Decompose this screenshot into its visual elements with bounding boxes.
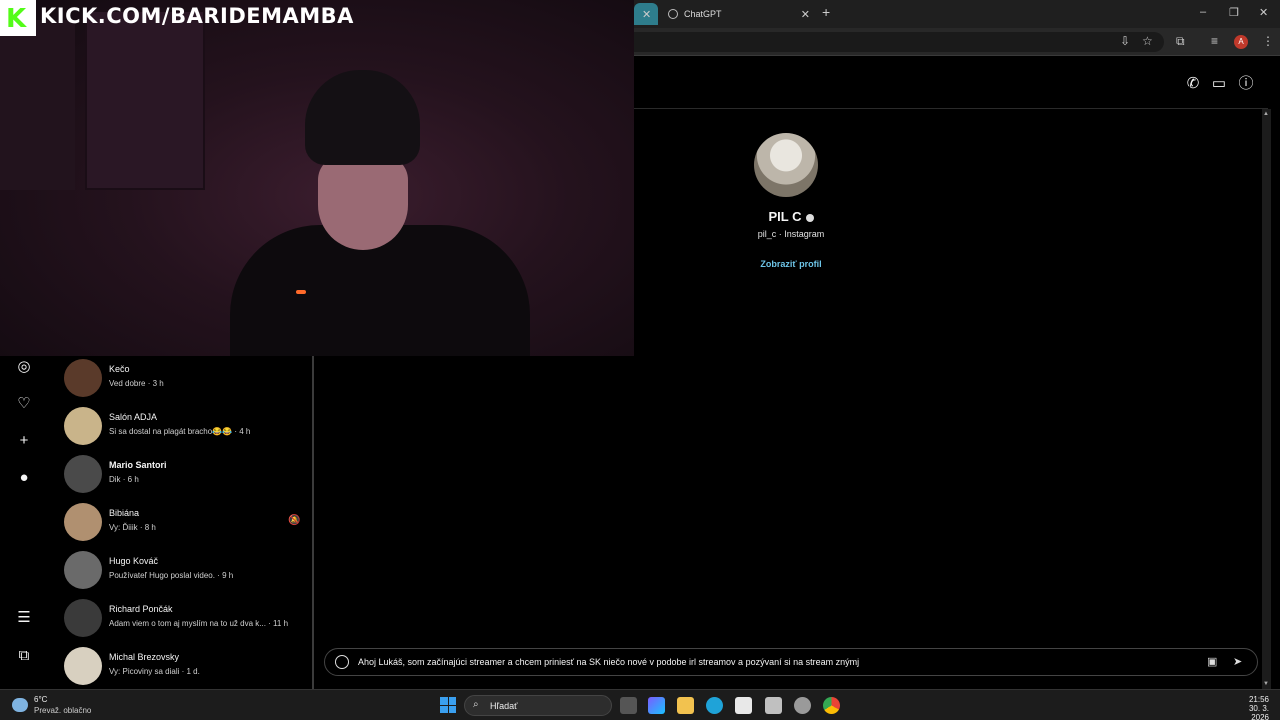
new-tab-button[interactable]: + xyxy=(822,4,830,20)
scroll-up-icon[interactable]: ▲ xyxy=(1263,111,1269,117)
search-icon: ⌕ xyxy=(473,699,479,710)
chrome-icon[interactable] xyxy=(823,697,840,714)
extensions-icon[interactable]: ⧉ xyxy=(1176,34,1185,49)
menu-icon[interactable]: ⋮ xyxy=(1262,34,1274,48)
message-composer[interactable]: Ahoj Lukáš, som začínajúci streamer a ch… xyxy=(324,648,1258,676)
weather-condition[interactable]: Prevaž. oblačno xyxy=(34,706,91,715)
phone-icon[interactable]: ✆ xyxy=(1184,75,1202,93)
instagram-sidebar: ◎ ♡ + ● ☰ ⧉ xyxy=(0,355,50,689)
scroll-down-icon[interactable]: ▼ xyxy=(1263,681,1269,687)
taskbar-search[interactable]: ⌕ Hľadať xyxy=(464,695,612,716)
profile-picture[interactable] xyxy=(754,133,818,197)
profile-avatar[interactable]: A xyxy=(1234,35,1248,49)
conversation-name: Salón ADJA xyxy=(109,412,158,422)
conversation-name: Michal Brezovsky xyxy=(109,652,180,662)
conversation-item[interactable]: Richard Pončák Adam viem o tom aj myslím … xyxy=(64,595,304,641)
profile-name: PIL C xyxy=(768,209,802,224)
dm-header: ✆ ▭ ⓘ xyxy=(634,57,1268,109)
settings-gear-icon[interactable] xyxy=(794,697,811,714)
avatar xyxy=(64,599,102,637)
start-button[interactable] xyxy=(440,697,456,713)
info-icon[interactable]: ⓘ xyxy=(1237,75,1255,93)
indicator-light xyxy=(296,290,306,294)
conversation-item[interactable]: Hugo Kováč Používateľ Hugo poslal video. … xyxy=(64,547,304,593)
clock[interactable]: 21:56 30. 3. 2026 xyxy=(1229,695,1269,720)
conversation-name: Bibiána xyxy=(109,508,140,518)
close-tab-icon[interactable]: ✕ xyxy=(642,8,651,21)
task-view-icon[interactable] xyxy=(620,697,637,714)
reading-list-icon[interactable]: ≡ xyxy=(1211,34,1218,48)
conversation-item[interactable]: Kečo Ved dobre · 3 h xyxy=(64,355,304,401)
weather-cloud-icon[interactable] xyxy=(12,698,28,712)
webcam-overlay: K KICK.COM/BARIDEMAMBA xyxy=(0,0,634,356)
conversation-item[interactable]: Bibiána Vy: Ďiiik · 8 h 🔕 xyxy=(64,499,304,545)
panel-divider xyxy=(312,355,314,689)
chatgpt-icon xyxy=(668,9,678,19)
kick-logo: K xyxy=(0,0,36,36)
active-tab[interactable]: ✕ xyxy=(634,3,658,25)
conversation-item[interactable]: Mario Santori Dik · 6 h xyxy=(64,451,304,497)
conversation-name: Richard Pončák xyxy=(109,604,173,614)
bookmark-star-icon[interactable]: ☆ xyxy=(1142,34,1153,48)
video-icon[interactable]: ▭ xyxy=(1210,75,1228,93)
windows-taskbar: 6°C Prevaž. oblačno ⌕ Hľadať 21:56 30. 3… xyxy=(0,689,1280,720)
conversation-preview: Adam viem o tom aj myslím na to už dva k… xyxy=(109,619,289,628)
muted-bell-icon: 🔕 xyxy=(288,515,301,526)
tab-chatgpt[interactable]: ChatGPT ✕ xyxy=(660,3,818,25)
verified-badge-icon xyxy=(805,213,814,222)
conversation-preview: Vy: Picoviny sa diali · 1 d. xyxy=(109,667,200,676)
weather-temperature[interactable]: 6°C xyxy=(34,695,47,704)
close-tab-icon[interactable]: ✕ xyxy=(801,8,810,21)
edge-icon[interactable] xyxy=(706,697,723,714)
attach-file-icon[interactable]: ▣ xyxy=(1207,655,1217,668)
conversation-item[interactable]: Michal Brezovsky Vy: Picoviny sa diali · … xyxy=(64,643,304,689)
streamer-face xyxy=(318,155,408,250)
avatar xyxy=(64,503,102,541)
address-bar[interactable] xyxy=(634,32,1164,52)
threads-icon[interactable]: ⧉ xyxy=(15,647,33,665)
outlook-icon[interactable] xyxy=(765,697,782,714)
copilot-icon[interactable] xyxy=(648,697,665,714)
screen: ✕ ChatGPT ✕ + – ❐ ✕ ⇩ ☆ ⧉ ≡ A ⋮ ✆ ▭ ⓘ PI… xyxy=(0,0,1280,720)
webcam-background xyxy=(0,20,75,190)
kick-letter: K xyxy=(6,4,27,34)
install-app-icon[interactable]: ⇩ xyxy=(1120,34,1130,48)
search-label: Hľadať xyxy=(490,701,518,711)
profile-avatar-icon[interactable]: ● xyxy=(15,469,33,487)
streamer-beanie xyxy=(305,70,420,165)
conversation-name: Kečo xyxy=(109,364,130,374)
conversation-name: Hugo Kováč xyxy=(109,556,159,566)
clock-date: 30. 3. 2026 xyxy=(1248,704,1269,720)
avatar xyxy=(64,407,102,445)
stream-url: KICK.COM/BARIDEMAMBA xyxy=(40,4,354,28)
webcam-background xyxy=(85,10,205,190)
conversation-preview: Dik · 6 h xyxy=(109,475,139,484)
avatar xyxy=(64,647,102,685)
create-plus-icon[interactable]: + xyxy=(15,432,33,450)
more-menu-icon[interactable]: ☰ xyxy=(15,609,33,627)
conversation-item[interactable]: Salón ADJA Si sa dostal na plagát bracho😂… xyxy=(64,403,304,449)
file-explorer-icon[interactable] xyxy=(677,697,694,714)
avatar xyxy=(64,551,102,589)
store-icon[interactable] xyxy=(735,697,752,714)
explore-icon[interactable]: ◎ xyxy=(15,358,33,376)
message-input[interactable]: Ahoj Lukáš, som začínajúci streamer a ch… xyxy=(358,657,859,667)
tab-label: ChatGPT xyxy=(684,9,722,19)
conversation-list: Kečo Ved dobre · 3 h Salón ADJA Si sa dosta… xyxy=(50,355,312,689)
maximize-button[interactable]: ❐ xyxy=(1229,6,1239,19)
avatar xyxy=(64,359,102,397)
send-icon[interactable]: ➤ xyxy=(1233,655,1242,668)
close-window-button[interactable]: ✕ xyxy=(1259,6,1268,19)
conversation-preview: Vy: Ďiiik · 8 h xyxy=(109,523,156,532)
notifications-heart-icon[interactable]: ♡ xyxy=(15,395,33,413)
avatar xyxy=(64,455,102,493)
emoji-icon[interactable] xyxy=(335,655,349,669)
conversation-preview: Používateľ Hugo poslal video. · 9 h xyxy=(109,571,234,580)
scrollbar[interactable]: ▲ ▼ xyxy=(1262,109,1271,689)
minimize-button[interactable]: – xyxy=(1200,6,1206,18)
clock-time: 21:56 xyxy=(1248,695,1269,704)
conversation-preview: Ved dobre · 3 h xyxy=(109,379,164,388)
conversation-preview: Si sa dostal na plagát bracho😂😂 · 4 h xyxy=(109,427,251,436)
conversation-name: Mario Santori xyxy=(109,460,167,470)
